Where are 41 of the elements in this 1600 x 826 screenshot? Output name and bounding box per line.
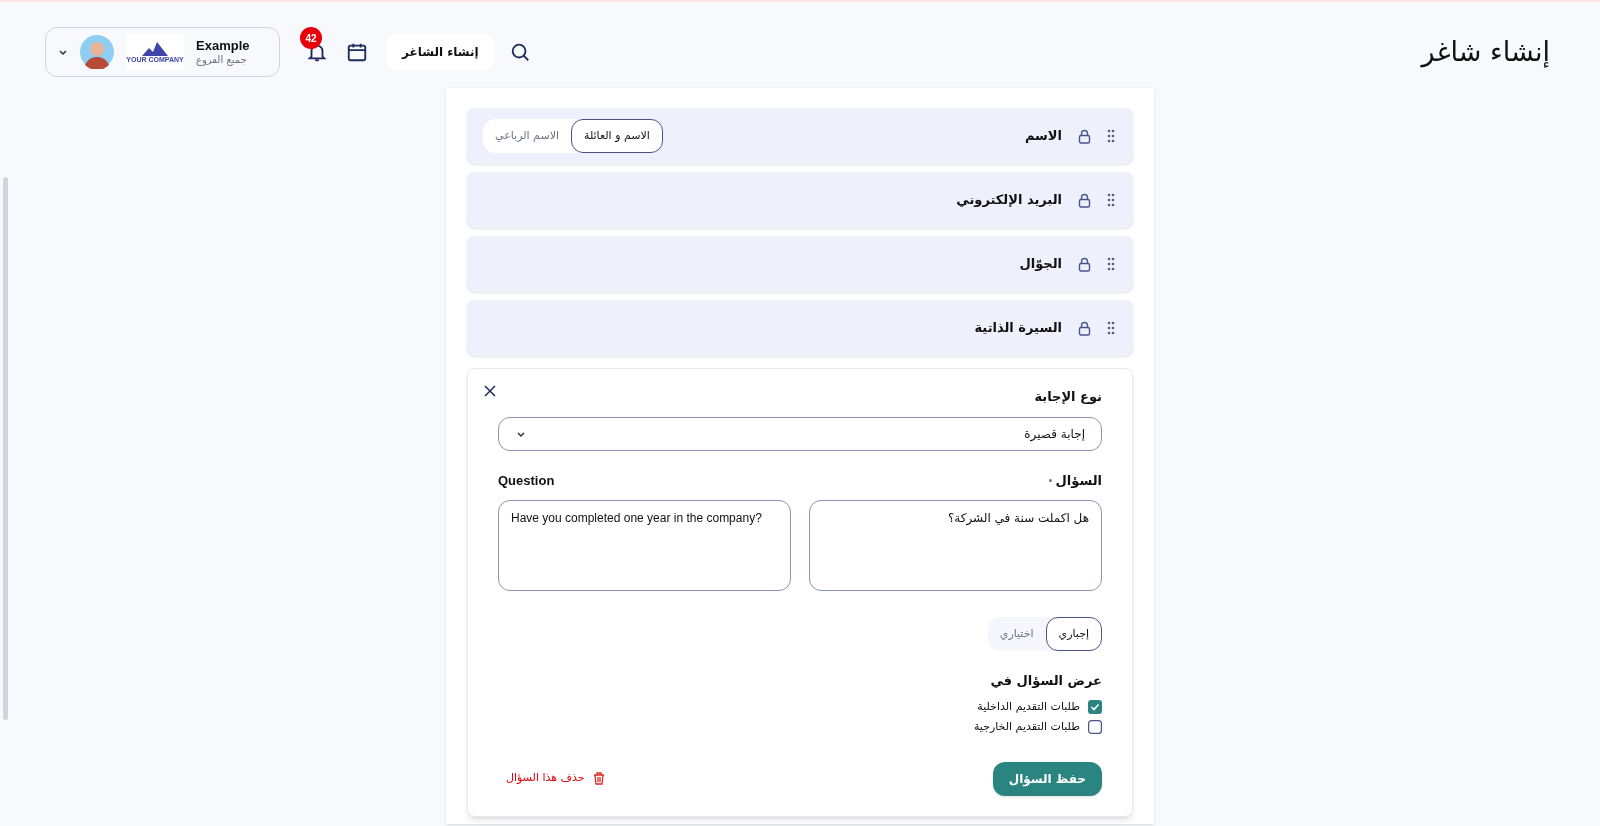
scrollbar[interactable]	[3, 177, 8, 720]
toggle-option[interactable]: إجباري	[1045, 617, 1102, 651]
section-heading: عرض السؤال في	[989, 672, 1102, 690]
calendar-icon[interactable]	[346, 41, 368, 63]
toggle-option[interactable]: الاسم و العائلة	[571, 119, 663, 153]
notification-badge: 42	[300, 27, 322, 49]
field-name: الجوّال	[1018, 255, 1062, 274]
trash-icon	[592, 772, 605, 785]
toggle-option[interactable]: الاسم الرباعي	[483, 119, 571, 153]
drag-handle-icon[interactable]	[1107, 193, 1115, 207]
branch-label: جميع الفروع	[196, 53, 247, 67]
account-name: Example	[196, 37, 250, 54]
save-question-button[interactable]: حفظ السؤال	[992, 761, 1102, 796]
checkbox-label: طلبات التقديم الخارجية	[973, 719, 1080, 735]
delete-question-link[interactable]: حذف هذا السؤال	[506, 770, 605, 787]
field-label: Question	[498, 471, 556, 490]
drag-handle-icon[interactable]	[1107, 129, 1115, 143]
page-title: إنشاء شاغر	[1421, 34, 1550, 70]
field-row[interactable]: الجوّال	[467, 236, 1133, 292]
avatar	[80, 35, 114, 69]
chevron-down-icon[interactable]	[58, 47, 68, 57]
field-name: السيرة الذاتية	[973, 319, 1062, 338]
close-icon[interactable]	[484, 385, 496, 397]
field-row[interactable]: السيرة الذاتية	[467, 300, 1133, 356]
drag-handle-icon[interactable]	[1107, 321, 1115, 335]
toggle-option[interactable]: اختياري	[987, 617, 1046, 651]
field-label: السؤال	[1055, 471, 1102, 490]
field-label: نوع الإجابة	[1033, 388, 1102, 406]
field-name: البريد الإلكتروني	[955, 191, 1062, 210]
question-input[interactable]: هل اكملت سنة في الشركة؟	[809, 500, 1102, 591]
drag-handle-icon[interactable]	[1107, 257, 1115, 271]
create-vacancy-button[interactable]: إنشاء الشاغر	[386, 34, 495, 70]
checkbox-label: طلبات التقديم الداخلية	[977, 698, 1080, 715]
field-row[interactable]: البريد الإلكتروني	[467, 172, 1133, 228]
mountain-icon	[142, 41, 168, 56]
answer-type-select[interactable]: إجابة قصيرة	[498, 416, 1102, 451]
checkbox[interactable]	[1088, 720, 1102, 735]
question-input[interactable]: Have you completed one year in the company?	[498, 500, 791, 591]
field-row[interactable]: الاسم الاسم و العائلة الاسم الرباعي	[467, 108, 1133, 164]
field-name: الاسم	[1023, 127, 1062, 146]
checkbox[interactable]	[1088, 699, 1102, 714]
